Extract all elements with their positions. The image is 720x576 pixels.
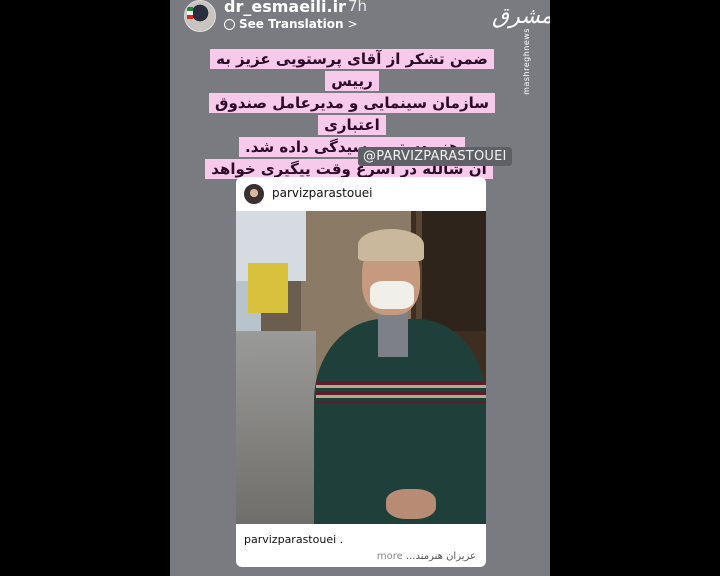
globe-icon xyxy=(224,19,235,30)
photo-cap xyxy=(358,229,424,261)
see-translation-label: See Translation xyxy=(239,17,344,31)
post-avatar-icon[interactable] xyxy=(244,184,264,204)
more-link[interactable]: more xyxy=(377,551,403,562)
mention-sticker[interactable]: @PARVIZPARASTOUEI xyxy=(358,147,512,166)
post-caption-snippet[interactable]: عزیزان هنرمند... more xyxy=(377,551,476,562)
profile-avatar-icon[interactable] xyxy=(184,0,216,32)
post-photo[interactable] xyxy=(236,211,486,524)
story-time: 7h xyxy=(348,0,368,15)
shared-post-card[interactable]: parvizparastouei parvizparastouei . عزیز… xyxy=(236,177,486,567)
story-frame: dr_esmaeili.ir 7h See Translation > مشرق … xyxy=(170,0,550,576)
photo-shopfront xyxy=(416,211,486,331)
story-header: dr_esmaeili.ir 7h See Translation > xyxy=(180,0,540,34)
story-username[interactable]: dr_esmaeili.ir xyxy=(224,0,346,16)
post-caption-user: parvizparastouei . xyxy=(244,533,344,546)
see-translation-button[interactable]: See Translation > xyxy=(224,17,358,31)
watermark-logo: مشرق xyxy=(492,4,550,29)
caption-line: ضمن تشکر از آقای پرستویی عزیز به رییس xyxy=(210,49,494,91)
photo-sweater-stripes xyxy=(316,381,486,403)
watermark-site: mashreghnews xyxy=(522,28,531,95)
post-caption-text: عزیزان هنرمند... xyxy=(405,551,476,562)
chevron-right-icon: > xyxy=(347,17,358,31)
photo-street xyxy=(236,331,316,524)
post-header: parvizparastouei xyxy=(236,177,486,211)
flag-icon xyxy=(187,7,193,19)
photo-mask xyxy=(370,281,414,309)
caption-line: سازمان سینمایی و مدیرعامل صندوق اعتباری xyxy=(209,93,495,135)
photo-hands xyxy=(386,489,436,519)
post-username[interactable]: parvizparastouei xyxy=(272,186,373,200)
photo-building xyxy=(248,263,288,313)
